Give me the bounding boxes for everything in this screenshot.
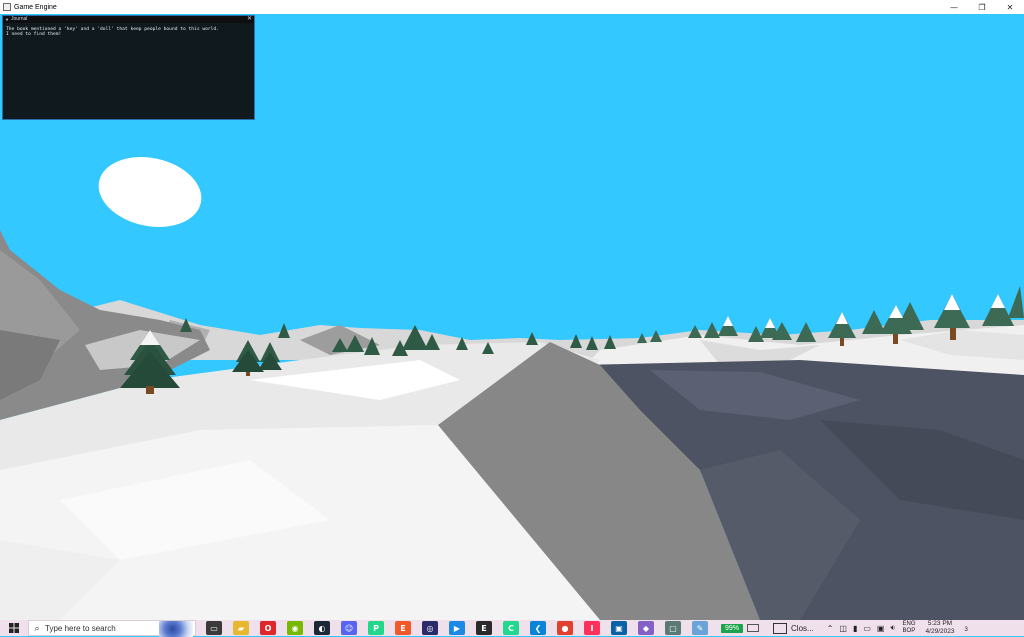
language-top: ENG <box>902 621 916 627</box>
steam-icon[interactable]: ◐ <box>314 621 330 635</box>
pycharm-icon[interactable]: P <box>368 621 384 635</box>
window-app-icon[interactable]: ▣ <box>611 621 627 635</box>
vscode-icon[interactable]: ❮ <box>530 621 546 635</box>
taskbar: ⌕ Type here to search ▭ ▰ O ◉ ◐ ☺ P E ◎ ▶ E C ❮ ● I ▣ ◆ ▢… <box>0 620 1024 637</box>
journal-line: I need to find them! <box>6 32 62 38</box>
battery-indicator[interactable]: 99% <box>721 623 760 633</box>
search-icon: ⌕ <box>34 622 40 633</box>
opera-icon[interactable]: O <box>260 621 276 635</box>
title-bar[interactable]: Game Engine — ❐ ✕ <box>0 0 1024 15</box>
pen-tool-icon[interactable]: ✎ <box>692 621 708 635</box>
journal-body: The book mentioned a 'key' and a 'doll' … <box>3 23 254 42</box>
taskbar-search[interactable]: ⌕ Type here to search <box>28 620 196 637</box>
volume-icon[interactable]: 🔉︎ <box>890 623 895 633</box>
chrome-icon[interactable]: ● <box>557 621 573 635</box>
language-indicator[interactable]: ENG BOP <box>903 621 916 635</box>
window-title: Game Engine <box>14 3 57 11</box>
game-window: Game Engine — ❐ ✕ ▼ Journal ✕ The book m… <box>0 0 1024 620</box>
battery-icon <box>747 624 760 632</box>
window-controls: — ❐ ✕ <box>940 0 1024 14</box>
microphone-icon[interactable]: ▮ <box>853 624 857 633</box>
task-view-icon[interactable]: ▭ <box>206 621 222 635</box>
clion-icon[interactable]: C <box>503 621 519 635</box>
system-tray: ⌃ ◫ ▮ ▭ ▣ 🔉︎ <box>824 623 899 633</box>
notification-count: 3 <box>964 627 968 633</box>
clock-time: 5:23 PM <box>927 620 953 627</box>
start-button[interactable] <box>0 620 28 636</box>
discord-icon[interactable]: ☺ <box>341 621 357 635</box>
clock-date: 4/29/2023 <box>925 628 955 635</box>
minimize-button[interactable]: — <box>940 0 968 14</box>
app-icon <box>3 3 11 11</box>
windows-logo-icon <box>9 623 19 633</box>
intellij-icon[interactable]: I <box>584 621 600 635</box>
app-window-icon[interactable]: ▢ <box>665 621 681 635</box>
taskbar-window-item[interactable]: Clos... <box>773 622 814 634</box>
chevron-up-icon[interactable]: ⌃ <box>827 624 834 633</box>
language-bottom: BOP <box>902 628 916 634</box>
epic-games-icon[interactable]: E <box>476 621 492 635</box>
clock[interactable]: 5:23 PM 4/29/2023 <box>926 620 955 636</box>
file-explorer-icon[interactable]: ▰ <box>233 621 249 635</box>
clipboard-icon[interactable]: ◫ <box>839 624 847 633</box>
journal-panel[interactable]: ▼ Journal ✕ The book mentioned a 'key' a… <box>2 15 255 120</box>
battery-tray-icon[interactable]: ▭ <box>863 624 871 633</box>
journal-close-icon[interactable]: ✕ <box>247 16 252 23</box>
journal-title-bar[interactable]: ▼ Journal ✕ <box>3 16 254 23</box>
nvidia-icon[interactable]: ◉ <box>287 621 303 635</box>
notification-icon[interactable]: 3 <box>964 623 967 633</box>
journal-title: Journal <box>10 16 28 22</box>
search-highlight-art <box>159 621 193 637</box>
close-button[interactable]: ✕ <box>996 0 1024 14</box>
visual-studio-icon[interactable]: ◆ <box>638 621 654 635</box>
restore-button[interactable]: ❐ <box>968 0 996 14</box>
collapse-arrow-icon[interactable]: ▼ <box>5 16 9 23</box>
battery-percent: 99% <box>721 623 744 633</box>
ea-icon[interactable]: E <box>395 621 411 635</box>
media-player-icon[interactable]: ▶ <box>449 621 465 635</box>
pinned-apps: ▭ ▰ O ◉ ◐ ☺ P E ◎ ▶ E C ❮ ● I ▣ ◆ ▢ ✎ <box>200 621 713 635</box>
taskbar-window-label: Clos... <box>791 623 814 633</box>
network-icon[interactable]: ▣ <box>877 624 885 633</box>
search-placeholder: Type here to search <box>45 623 116 633</box>
ubisoft-icon[interactable]: ◎ <box>422 621 438 635</box>
window-thumbnail-icon <box>773 622 788 634</box>
